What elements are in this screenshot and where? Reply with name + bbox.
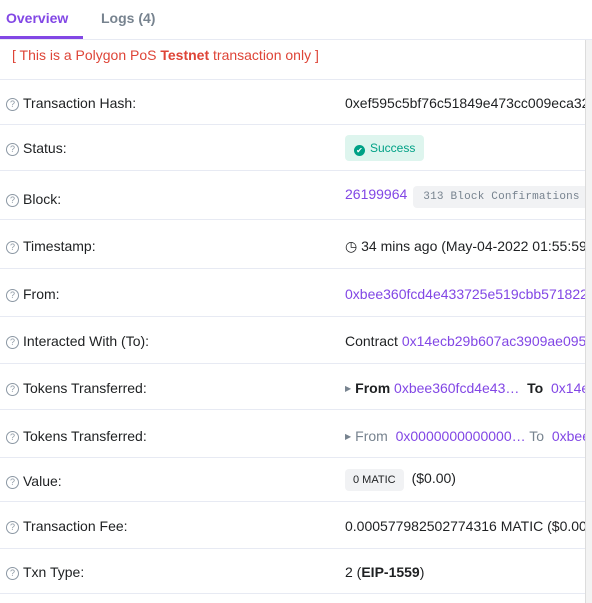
testnet-banner: [ This is a Polygon PoS Testnet transact… (12, 45, 319, 65)
matic-amount-badge: 0 MATIC (345, 469, 404, 491)
tokens-transferred-label: Tokens Transferred: (23, 380, 147, 396)
tokens-transferred-label: Tokens Transferred: (23, 428, 147, 444)
row-block: ? Block: 26199964 313 Block Confirmations (0, 170, 585, 220)
transaction-hash-label: Transaction Hash: (23, 95, 137, 111)
help-icon[interactable]: ? (6, 476, 19, 489)
token-to-address-link[interactable]: 0xbee (552, 428, 585, 444)
token-from-address-link[interactable]: 0xbee360fcd4e43… (394, 380, 519, 396)
testnet-banner-bold: Testnet (160, 47, 210, 63)
txn-type-prefix: 2 ( (345, 564, 362, 580)
row-from: ? From: 0xbee360fcd4e433725e519cbb571822 (0, 268, 585, 317)
row-transaction-fee: ? Transaction Fee: 0.000577982502774316 M… (0, 501, 585, 549)
transaction-fee-value: 0.000577982502774316 MATIC ($0.00 (345, 518, 585, 534)
timestamp-value: 34 mins ago (May-04-2022 01:55:59 (361, 238, 585, 254)
check-circle-icon: ✔ (354, 145, 365, 156)
help-icon[interactable]: ? (6, 521, 19, 534)
tab-bar: Overview Logs (4) (0, 0, 592, 40)
help-icon[interactable]: ? (6, 241, 19, 254)
value-usd: ($0.00) (411, 470, 456, 486)
help-icon[interactable]: ? (6, 383, 19, 396)
txn-type-suffix: ) (419, 564, 425, 580)
block-label: Block: (23, 191, 62, 207)
from-address-link[interactable]: 0xbee360fcd4e433725e519cbb571822 (345, 285, 585, 303)
txn-type-label: Txn Type: (23, 564, 85, 580)
tab-overview[interactable]: Overview (6, 9, 68, 27)
transaction-hash-value: 0xef595c5bf76c51849e473cc009eca32 (345, 95, 585, 111)
scrollbar[interactable] (585, 40, 592, 603)
timestamp-label: Timestamp: (23, 238, 96, 254)
token-to-address-link[interactable]: 0x14e (551, 380, 585, 396)
tab-logs[interactable]: Logs (4) (101, 9, 155, 27)
token-to-label: To (527, 380, 544, 396)
status-value: Success (370, 141, 416, 155)
caret-right-icon: ▶ (345, 432, 352, 441)
row-value: ? Value: 0 MATIC ($0.00) (0, 457, 585, 502)
status-badge: ✔ Success (345, 135, 425, 161)
transaction-fee-label: Transaction Fee: (23, 518, 128, 534)
testnet-banner-prefix: [ This is a Polygon PoS (12, 47, 161, 63)
token-from-address-link[interactable]: 0x0000000000000… (396, 428, 526, 444)
testnet-banner-suffix: transaction only ] (209, 47, 319, 63)
caret-right-icon: ▶ (345, 384, 352, 393)
from-label: From: (23, 286, 60, 302)
row-txn-type: ? Txn Type: 2 (EIP-1559) (0, 548, 585, 594)
row-status: ? Status: ✔ Success (0, 124, 585, 171)
help-icon[interactable]: ? (6, 289, 19, 302)
block-confirmations-badge: 313 Block Confirmations (413, 186, 585, 208)
status-label: Status: (23, 140, 67, 156)
help-icon[interactable]: ? (6, 98, 19, 111)
help-icon[interactable]: ? (6, 567, 19, 580)
row-timestamp: ? Timestamp: ◷ 34 mins ago (May-04-2022 0… (0, 219, 585, 269)
row-tokens-transferred: ? Tokens Transferred: ▶ From 0x00000000000… (0, 409, 585, 458)
token-from-label: From (355, 380, 391, 396)
block-number-link[interactable]: 26199964 (345, 186, 407, 202)
txn-type-value: EIP-1559 (361, 564, 420, 580)
help-icon[interactable]: ? (6, 194, 19, 207)
value-label: Value: (23, 473, 62, 489)
active-tab-indicator (0, 36, 83, 39)
row-tokens-transferred: ? Tokens Transferred: ▶ From 0xbee360fcd4e… (0, 363, 585, 410)
token-from-label: From (355, 428, 388, 444)
help-icon[interactable]: ? (6, 143, 19, 156)
row-transaction-hash: ? Transaction Hash: 0xef595c5bf76c51849e4… (0, 79, 585, 125)
contract-address-link[interactable]: 0x14ecb29b607ac3909ae095 (402, 333, 585, 349)
row-interacted-with: ? Interacted With (To): Contract 0x14ecb2… (0, 316, 585, 364)
token-to-label: To (529, 428, 545, 444)
interacted-with-label: Interacted With (To): (23, 333, 150, 349)
help-icon[interactable]: ? (6, 431, 19, 444)
help-icon[interactable]: ? (6, 336, 19, 349)
clock-icon: ◷ (345, 238, 358, 254)
contract-prefix: Contract (345, 333, 398, 349)
